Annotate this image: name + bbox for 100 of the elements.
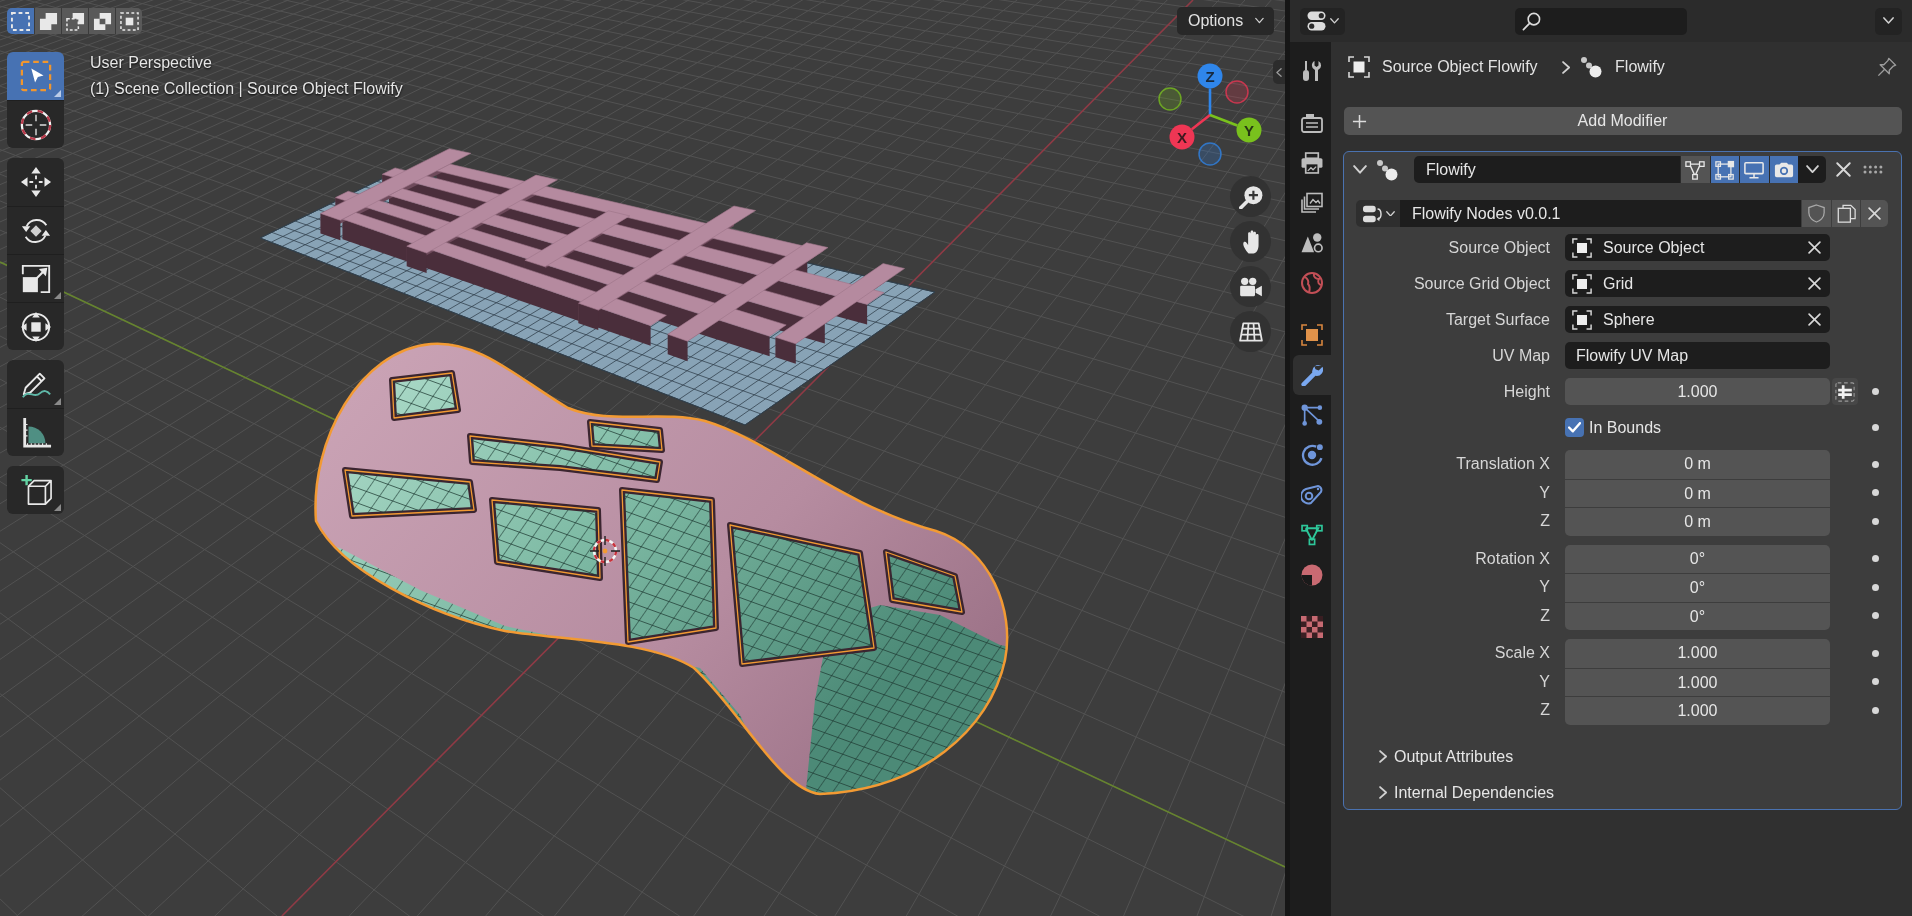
tool-button[interactable] bbox=[7, 466, 64, 514]
sidebar-toggle-button[interactable] bbox=[1273, 60, 1285, 84]
pan-button[interactable] bbox=[1230, 221, 1271, 262]
tool-button[interactable] bbox=[7, 302, 64, 350]
axis-ball[interactable]: Z bbox=[1197, 63, 1223, 89]
screwdriver-wrench-icon bbox=[1301, 60, 1323, 82]
negative-axis-ball[interactable] bbox=[1158, 87, 1182, 111]
property-label: Source Grid Object bbox=[1412, 274, 1550, 293]
property-label: Rotation X bbox=[1474, 549, 1550, 568]
keyframe-dot-icon[interactable] bbox=[1871, 555, 1879, 563]
number-field[interactable]: 0° bbox=[1565, 601, 1830, 630]
close-icon[interactable] bbox=[1808, 313, 1821, 326]
resize-square-icon bbox=[19, 262, 52, 295]
subpanel-header[interactable]: Output Attributes bbox=[1344, 741, 1514, 772]
breadcrumb-item[interactable]: Flowify bbox=[1615, 58, 1665, 76]
tool-button[interactable] bbox=[7, 158, 64, 206]
property-label: Source Object bbox=[1447, 238, 1550, 257]
keyframe-dot-icon[interactable] bbox=[1871, 612, 1879, 620]
toggle-button[interactable] bbox=[1768, 156, 1798, 183]
toggle-button[interactable] bbox=[1709, 156, 1739, 183]
keyframe-dot-icon[interactable] bbox=[1871, 517, 1879, 525]
checkbox-label[interactable]: In Bounds bbox=[1589, 418, 1662, 437]
toggle-button[interactable] bbox=[1680, 156, 1710, 183]
square-icon bbox=[1301, 324, 1323, 346]
object-field[interactable]: Sphere bbox=[1565, 306, 1830, 333]
options-button[interactable]: Options bbox=[1177, 7, 1274, 35]
checkbox[interactable] bbox=[1565, 418, 1584, 437]
tool-button[interactable] bbox=[7, 100, 64, 148]
tool-button[interactable] bbox=[7, 254, 64, 302]
search-field[interactable] bbox=[1515, 7, 1687, 35]
axis-ball[interactable]: X bbox=[1169, 124, 1195, 150]
zoom-button[interactable] bbox=[1230, 176, 1271, 217]
modifier-name-field[interactable]: Flowify bbox=[1414, 156, 1680, 183]
close-icon[interactable] bbox=[1808, 277, 1821, 290]
number-field[interactable]: 1.000 bbox=[1565, 378, 1830, 405]
number-field[interactable]: 0° bbox=[1565, 544, 1830, 573]
breadcrumb-item[interactable]: Source Object Flowify bbox=[1382, 58, 1538, 76]
orbit-icon bbox=[1301, 444, 1323, 466]
tool-button[interactable] bbox=[7, 360, 64, 408]
properties-tab[interactable] bbox=[1293, 355, 1331, 395]
close-icon[interactable] bbox=[1836, 162, 1851, 177]
dots-cluster-icon bbox=[1580, 56, 1603, 78]
node-group-field[interactable]: Flowify Nodes v0.0.1 bbox=[1400, 200, 1801, 227]
tool-button[interactable] bbox=[7, 408, 64, 456]
property-label: Y bbox=[1538, 578, 1550, 597]
monitor-icon bbox=[1744, 159, 1765, 180]
editor-type-button[interactable] bbox=[1300, 7, 1345, 35]
keyframe-dot-icon[interactable] bbox=[1871, 583, 1879, 591]
toggle-button[interactable] bbox=[1739, 156, 1769, 183]
select-mode-button[interactable] bbox=[7, 8, 34, 34]
number-field[interactable]: 0 m bbox=[1565, 450, 1830, 479]
pin-icon[interactable] bbox=[1877, 57, 1897, 77]
number-field[interactable]: 0° bbox=[1565, 573, 1830, 602]
toggle-switches-icon bbox=[1306, 11, 1328, 31]
property-label: Y bbox=[1538, 483, 1550, 502]
node-tree-button[interactable] bbox=[1356, 200, 1400, 227]
chevron-down-icon bbox=[1805, 165, 1819, 174]
perspective-button[interactable] bbox=[1230, 311, 1271, 352]
chevron-left-icon bbox=[1276, 67, 1282, 77]
number-field[interactable]: 1.000 bbox=[1565, 667, 1830, 696]
cone-sphere-icon bbox=[1301, 232, 1323, 254]
select-mode-button[interactable] bbox=[61, 8, 88, 34]
header-dropdown-button[interactable] bbox=[1875, 7, 1902, 35]
select-mode-button[interactable] bbox=[34, 8, 61, 34]
drag-handle-icon[interactable] bbox=[1863, 165, 1883, 174]
object-field[interactable]: Source Object bbox=[1565, 234, 1830, 261]
subpanel-header[interactable]: Internal Dependencies bbox=[1344, 777, 1555, 808]
duplicate-button[interactable] bbox=[1831, 200, 1860, 227]
axis-ball[interactable]: Y bbox=[1236, 117, 1262, 143]
unlink-button[interactable] bbox=[1860, 200, 1888, 227]
globe-icon bbox=[1301, 272, 1323, 294]
number-field[interactable]: 1.000 bbox=[1565, 639, 1830, 668]
keyframe-dot-icon[interactable] bbox=[1871, 706, 1879, 714]
keyframe-dot-icon[interactable] bbox=[1871, 489, 1879, 497]
keyframe-dot-icon[interactable] bbox=[1871, 649, 1879, 657]
close-icon[interactable] bbox=[1808, 241, 1821, 254]
chevron-down-icon bbox=[1385, 210, 1395, 217]
attribute-toggle-button[interactable] bbox=[1832, 378, 1858, 405]
keyframe-dot-icon[interactable] bbox=[1871, 678, 1879, 686]
object-field[interactable]: Grid bbox=[1565, 270, 1830, 297]
number-field[interactable]: 0 m bbox=[1565, 507, 1830, 536]
property-label: Scale X bbox=[1493, 644, 1550, 663]
intersect-squares-icon bbox=[119, 11, 139, 31]
keyframe-dot-icon[interactable] bbox=[1871, 388, 1879, 395]
chevron-down-icon[interactable] bbox=[1353, 164, 1367, 175]
search-icon bbox=[1522, 11, 1541, 31]
object-square-icon bbox=[1572, 309, 1592, 330]
number-field[interactable]: 1.000 bbox=[1565, 696, 1830, 725]
camera-view-button[interactable] bbox=[1230, 266, 1271, 307]
tool-button[interactable] bbox=[7, 206, 64, 254]
keyframe-dot-icon[interactable] bbox=[1871, 424, 1879, 431]
grid-icon bbox=[1238, 319, 1263, 344]
dropdown-button[interactable] bbox=[1798, 156, 1826, 183]
fake-user-button[interactable] bbox=[1801, 200, 1831, 227]
number-field[interactable]: 0 m bbox=[1565, 478, 1830, 507]
text-field[interactable]: Flowify UV Map bbox=[1565, 342, 1830, 369]
select-mode-button[interactable] bbox=[88, 8, 115, 34]
select-mode-button[interactable] bbox=[115, 8, 142, 34]
keyframe-dot-icon[interactable] bbox=[1871, 460, 1879, 468]
add-modifier-button[interactable]: Add Modifier bbox=[1344, 107, 1902, 135]
